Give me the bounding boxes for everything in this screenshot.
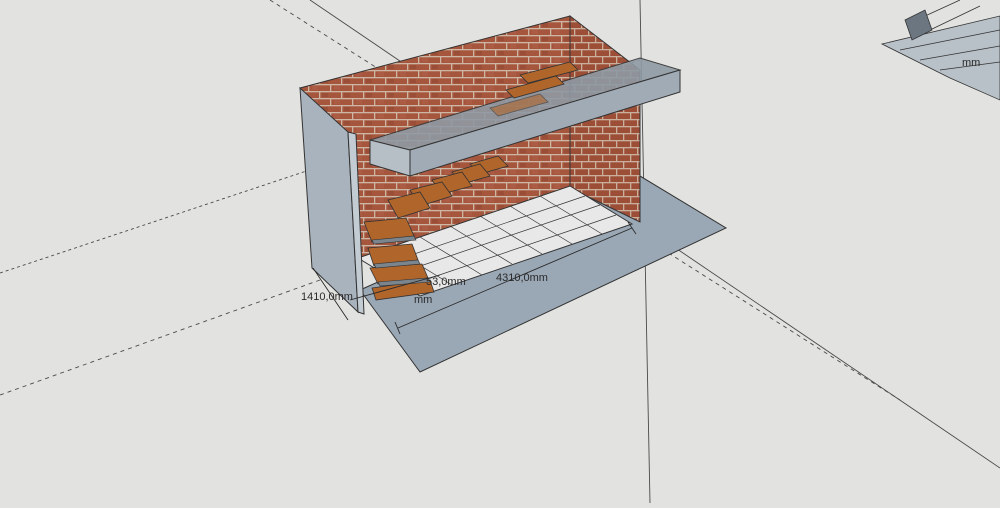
3d-scene[interactable]: 1410,0mm 53,0mm 4310,0mm mm mm bbox=[0, 0, 1000, 504]
length-dimension-label: 4310,0mm bbox=[496, 272, 548, 284]
width-dimension-label: 1410,0mm bbox=[301, 291, 353, 303]
sketchup-viewport[interactable]: 1410,0mm 53,0mm 4310,0mm mm mm bbox=[0, 0, 1000, 504]
step-dimension-label: mm bbox=[414, 294, 432, 306]
right-staircase-model bbox=[880, 0, 1000, 101]
partial-dimension-label: 53,0mm bbox=[426, 276, 466, 288]
right-model-label: mm bbox=[962, 57, 980, 69]
